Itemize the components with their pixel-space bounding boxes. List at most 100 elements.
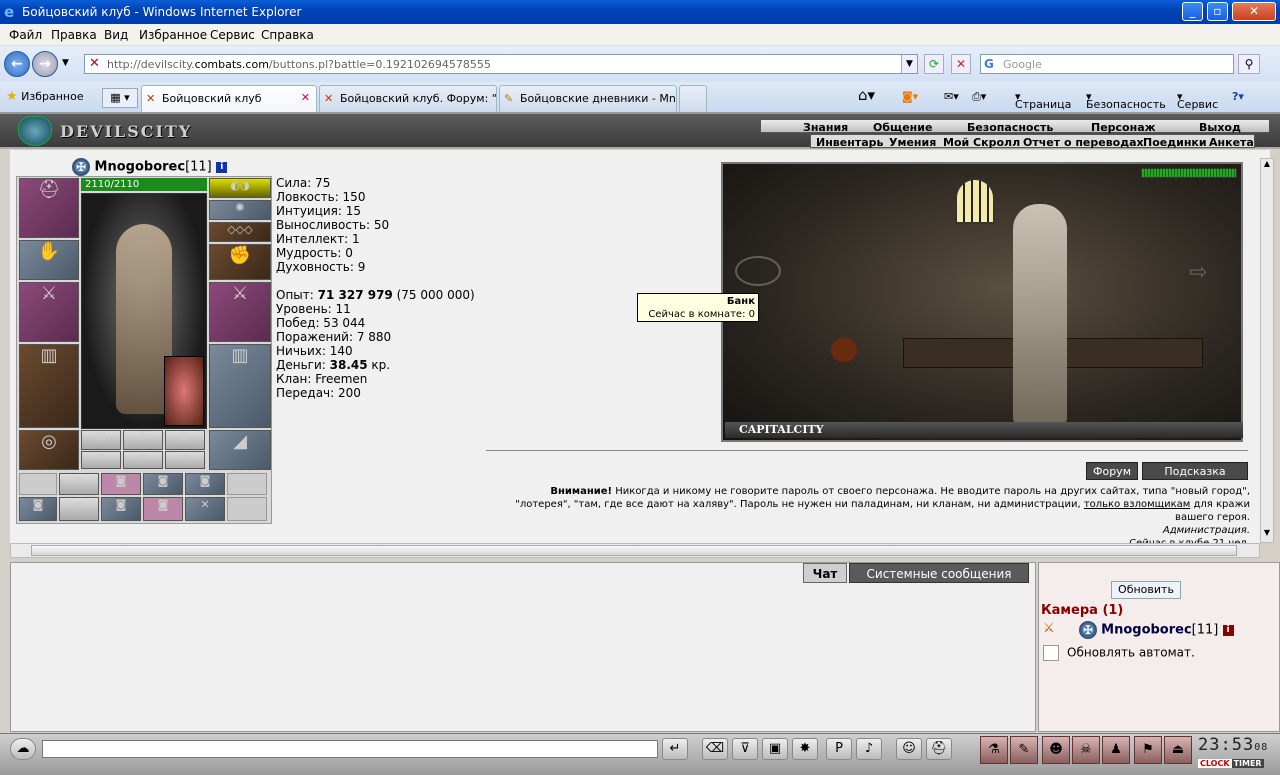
tab-forum[interactable]: ✕ Бойцовский клуб. Форум: "... [319, 85, 497, 112]
helmet-slot[interactable]: ⛑ [19, 178, 79, 238]
search-icon[interactable]: ⚲ [1238, 54, 1260, 74]
new-tab-button[interactable] [679, 85, 707, 112]
address-bar[interactable]: ✕ http://devilscity.combats.com/buttons.… [84, 54, 918, 74]
window-title-bar[interactable]: e Бойцовский клуб - Windows Internet Exp… [0, 0, 1280, 24]
ring-slot-2[interactable]: ▤ [165, 430, 205, 450]
bracer-slot[interactable]: ✋ [19, 240, 79, 280]
menu-view[interactable]: Вид [104, 28, 128, 42]
belt-item-5[interactable]: ◙ [185, 473, 225, 495]
bank-exit-arrow[interactable] [735, 256, 781, 286]
character-avatar[interactable] [81, 193, 207, 429]
menu-help[interactable]: Справка [261, 28, 314, 42]
menu-file[interactable]: Файл [9, 28, 42, 42]
auto-refresh[interactable]: Обновлять автомат. [1043, 645, 1195, 661]
info-icon[interactable]: i [1222, 624, 1234, 636]
auto-refresh-checkbox[interactable] [1043, 645, 1059, 661]
amulet-slot[interactable]: ✣ [123, 430, 163, 450]
refresh-icon[interactable]: ⟳ [924, 54, 944, 74]
hackers-link[interactable]: только взломщикам [1084, 499, 1190, 510]
rune-slot-2[interactable]: ✕ [123, 451, 163, 469]
rune-slot-1[interactable]: ✕ [81, 451, 121, 469]
pet-icon[interactable] [164, 356, 204, 426]
belt-item-11[interactable]: ✕ [185, 497, 225, 521]
filter-icon[interactable]: ⊽ [732, 738, 758, 760]
weapon-right-slot[interactable]: ⚔ [209, 282, 271, 342]
sub-inventory[interactable]: Инвентарь [816, 136, 883, 149]
sub-profile[interactable]: Анкета [1209, 136, 1254, 149]
belt-item-4[interactable]: ◙ [143, 473, 183, 495]
page-menu[interactable]: Страница ▾ [1015, 90, 1071, 111]
sound-icon[interactable]: ♪ [856, 738, 882, 760]
rss-icon[interactable]: ◙▾ [902, 90, 918, 103]
home-icon[interactable]: ⌂▾ [858, 86, 875, 104]
history-dropdown-icon[interactable]: ▼ [62, 58, 69, 68]
chat-input[interactable] [42, 740, 658, 758]
eraser-icon[interactable]: ⌫ [702, 738, 728, 760]
right-exit-arrow-icon[interactable]: ⇨ [1189, 260, 1207, 285]
gloves-slot[interactable]: ✊ [209, 244, 271, 280]
menu-tools[interactable]: Сервис [210, 28, 255, 42]
helmet-icon[interactable]: ⛑ [926, 738, 952, 760]
room-view[interactable]: ⇨ CAPITALCITY [721, 162, 1243, 442]
belt-item-1[interactable] [19, 473, 57, 495]
rings-slot[interactable]: ◇◇◇ [209, 222, 271, 242]
stop-icon[interactable]: ✕ [951, 54, 971, 74]
sub-fights[interactable]: Поединки [1143, 136, 1207, 149]
mail-icon[interactable]: ✉▾ [944, 90, 959, 103]
devilscity-logo[interactable]: DEVILSCITY [18, 116, 190, 146]
necklace-slot[interactable]: ✺ [209, 200, 271, 220]
belt-item-3[interactable]: ◙ [101, 473, 141, 495]
address-dropdown-icon[interactable]: ▼ [901, 55, 917, 73]
armor-slot[interactable]: ▥ [19, 344, 79, 428]
forum-button[interactable]: Форум [1086, 462, 1138, 480]
skull-icon[interactable]: ☠ [1072, 736, 1100, 764]
belt-item-10[interactable]: ◙ [143, 497, 183, 521]
pants-slot[interactable]: ▥ [209, 344, 271, 428]
sub-skills[interactable]: Умения [889, 136, 936, 149]
refresh-button[interactable]: Обновить [1111, 581, 1181, 599]
menu-knowledge[interactable]: Знания [803, 121, 848, 134]
sub-my-scroll[interactable]: Мой Скролл [943, 136, 1020, 149]
tab-system-messages[interactable]: Системные сообщения [849, 563, 1029, 583]
tools-menu[interactable]: Сервис ▾ [1177, 90, 1218, 111]
tab-fight-club[interactable]: ✕ Бойцовский клуб ✕ [141, 85, 317, 112]
sub-transfers[interactable]: Отчет о переводах [1023, 136, 1144, 149]
menu-favorites[interactable]: Избранное [139, 28, 207, 42]
belt-item-7[interactable]: ◙ [19, 497, 57, 521]
belt-item-8[interactable]: ✕ [59, 497, 99, 521]
chat-panel[interactable]: Чат Системные сообщения [10, 562, 1036, 732]
boots-slot[interactable]: ◢ [209, 430, 271, 470]
search-input[interactable]: G Google [980, 54, 1234, 74]
scroll-up-icon[interactable]: ▲ [1261, 159, 1273, 173]
close-button[interactable]: ✕ [1232, 2, 1276, 21]
minimize-button[interactable]: _ [1182, 2, 1203, 21]
scroll-down-icon[interactable]: ▼ [1261, 528, 1273, 542]
mask-icon[interactable]: ☻ [1042, 736, 1070, 764]
attack-icon[interactable]: ⚔ [1043, 621, 1055, 636]
tab-chat[interactable]: Чат [803, 563, 847, 583]
horizontal-scrollbar[interactable] [10, 543, 1260, 558]
menu-communication[interactable]: Общение [873, 121, 932, 134]
info-icon[interactable]: i [216, 161, 228, 173]
forward-button[interactable]: → [32, 51, 58, 77]
menu-security[interactable]: Безопасность [967, 121, 1053, 134]
exit-icon[interactable]: ⏏ [1164, 736, 1192, 764]
tab-close-icon[interactable]: ✕ [301, 91, 310, 104]
favorites-button[interactable]: ★ Избранное [6, 89, 84, 104]
menu-exit[interactable]: Выход [1199, 121, 1241, 134]
maximize-button[interactable]: ▫ [1207, 2, 1228, 21]
send-icon[interactable]: ↵ [662, 738, 688, 760]
belt-item-2[interactable]: ✕ [59, 473, 99, 495]
belt-item-9[interactable]: ◙ [101, 497, 141, 521]
fight-icon[interactable]: ✸ [792, 738, 818, 760]
save-icon[interactable]: ▣ [762, 738, 788, 760]
rune-slot-3[interactable]: ✕ [165, 451, 205, 469]
private-icon[interactable]: P [826, 738, 852, 760]
scroll-icon[interactable]: ✎ [1010, 736, 1038, 764]
ring-slot-1[interactable]: ▤ [81, 430, 121, 450]
menu-edit[interactable]: Правка [51, 28, 97, 42]
flag-icon[interactable]: ⚑ [1134, 736, 1162, 764]
earrings-slot[interactable]: ◐◑ [209, 178, 271, 198]
menu-character[interactable]: Персонаж [1091, 121, 1156, 134]
belt-slot[interactable]: ◎ [19, 430, 79, 470]
